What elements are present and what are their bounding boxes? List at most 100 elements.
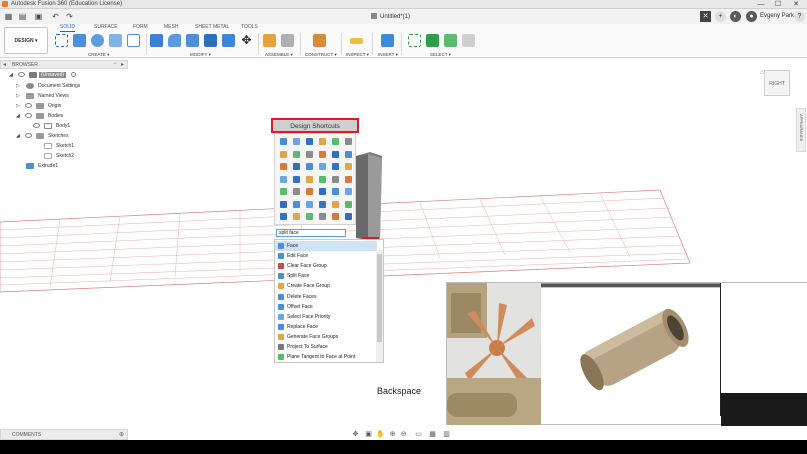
view-cube[interactable]: RIGHT <box>764 70 790 96</box>
press-pull-icon[interactable] <box>150 34 163 47</box>
minimize-button[interactable]: — <box>753 0 769 9</box>
tree-item-named-views[interactable]: ▷ Named Views <box>0 92 128 101</box>
shell-icon[interactable] <box>280 200 287 208</box>
tree-item-sketch2[interactable]: Sketch2 <box>0 152 128 161</box>
extrude-icon[interactable] <box>306 200 313 208</box>
expand-icon[interactable]: ⊕ <box>119 431 124 438</box>
sweep-icon[interactable] <box>306 138 313 145</box>
viewports-icon[interactable]: ▥ <box>442 430 451 439</box>
activate-radio-icon[interactable] <box>71 72 76 77</box>
expand-icon[interactable]: ▸ <box>121 61 124 68</box>
result-item[interactable]: Offset Face <box>275 302 377 312</box>
revolve-icon[interactable] <box>345 163 352 170</box>
revolve-icon[interactable] <box>319 150 326 158</box>
insert-menu[interactable]: INSERT ▾ <box>378 52 398 58</box>
create-menu[interactable]: CREATE ▾ <box>88 52 109 58</box>
zoom-icon[interactable]: ⊕ <box>388 430 397 439</box>
joint-icon[interactable] <box>281 34 294 47</box>
revolve-icon[interactable] <box>345 213 352 220</box>
extrude-icon[interactable] <box>280 138 287 145</box>
loft-icon[interactable] <box>319 188 326 195</box>
sweep-icon[interactable] <box>332 150 339 158</box>
fillet-icon[interactable] <box>306 175 313 183</box>
home-icon[interactable]: ⌂ <box>760 70 764 76</box>
pan-icon[interactable]: ✋ <box>376 430 385 439</box>
tree-item-body1[interactable]: Body1 <box>0 122 128 131</box>
tab-tools[interactable]: TOOLS <box>241 24 258 31</box>
result-item[interactable]: Edit Face <box>275 251 377 261</box>
extrude-icon[interactable] <box>73 34 86 47</box>
result-item[interactable]: Delete Faces <box>275 292 377 302</box>
loft-icon[interactable] <box>345 200 352 208</box>
undo-icon[interactable]: ↶ <box>50 11 61 22</box>
expand-arrow-icon[interactable]: ◢ <box>16 133 21 139</box>
appearance-panel-tab[interactable]: APPEARANCE <box>796 108 806 152</box>
offset-plane-icon[interactable] <box>313 34 326 47</box>
loft-icon[interactable] <box>293 175 300 183</box>
notification-icon[interactable]: ● <box>746 11 757 22</box>
tree-item-sketch1[interactable]: Sketch1 <box>0 142 128 151</box>
redo-icon[interactable]: ↷ <box>64 11 75 22</box>
fillet-icon[interactable] <box>280 213 287 220</box>
tree-item-extrude1[interactable]: Extrude1 <box>0 162 128 171</box>
combine-icon[interactable] <box>293 200 300 208</box>
shell-icon[interactable] <box>280 150 287 158</box>
sweep-icon[interactable] <box>332 200 339 208</box>
browser-panel-header[interactable]: ◂ BROWSER − ▸ <box>0 60 128 69</box>
insert-image-icon[interactable] <box>381 34 394 47</box>
create-sketch-icon[interactable] <box>55 34 68 47</box>
combine-icon[interactable] <box>222 34 235 47</box>
select-menu[interactable]: SELECT ▾ <box>430 52 451 58</box>
orbit-icon[interactable]: ✥ <box>351 430 360 439</box>
visibility-eye-icon[interactable] <box>25 133 32 138</box>
result-item[interactable]: Replace Face <box>275 322 377 332</box>
combine-icon[interactable] <box>319 163 326 170</box>
result-item[interactable]: Create Face Group <box>275 281 377 291</box>
comments-panel-header[interactable]: COMMENTS ⊕ <box>0 429 128 440</box>
revolve-icon[interactable] <box>319 200 326 208</box>
combine-icon[interactable] <box>345 175 352 183</box>
expand-arrow-icon[interactable]: ▷ <box>16 83 21 89</box>
result-item[interactable]: Split Face <box>275 271 377 281</box>
minus-icon[interactable]: − <box>113 61 117 67</box>
modify-menu[interactable]: MODIFY ▾ <box>190 52 211 58</box>
fillet-icon[interactable] <box>332 138 339 145</box>
loft-icon[interactable] <box>319 138 326 145</box>
revolve-icon[interactable] <box>293 138 300 145</box>
expand-arrow-icon[interactable]: ◢ <box>16 113 21 119</box>
loft-icon[interactable] <box>345 150 352 158</box>
combine-icon[interactable] <box>293 150 300 158</box>
tab-surface[interactable]: SURFACE <box>94 24 118 31</box>
move-icon[interactable]: ✥ <box>240 34 253 47</box>
assemble-menu[interactable]: ASSEMBLE ▾ <box>265 52 293 58</box>
save-icon[interactable]: ▣ <box>33 11 44 22</box>
maximize-button[interactable]: ☐ <box>770 0 786 9</box>
result-item[interactable]: Plane Tangent to Face at Point <box>275 352 377 362</box>
shortcut-search-input[interactable]: split face <box>276 229 346 237</box>
new-component-icon[interactable] <box>263 34 276 47</box>
help-icon[interactable]: ? <box>794 11 805 22</box>
collapse-icon[interactable]: ◂ <box>3 61 6 68</box>
fillet-icon[interactable] <box>280 163 287 170</box>
result-item[interactable]: Face <box>275 241 377 251</box>
expand-arrow-icon[interactable]: ▷ <box>16 103 21 109</box>
new-tab-icon[interactable]: + <box>715 11 726 22</box>
extensions-icon[interactable]: ◐ <box>730 11 741 22</box>
select-body-icon[interactable] <box>426 34 439 47</box>
inspect-menu[interactable]: INSPECT ▾ <box>346 52 369 58</box>
revolve-icon[interactable] <box>293 188 300 195</box>
select-filter-icon[interactable] <box>462 34 475 47</box>
chamfer-icon[interactable] <box>345 138 352 145</box>
visibility-eye-icon[interactable] <box>25 113 32 118</box>
sweep-icon[interactable] <box>306 188 313 195</box>
combine-icon[interactable] <box>319 213 326 220</box>
fit-icon[interactable]: ⊖ <box>399 430 408 439</box>
grid-icon[interactable]: ▦ <box>3 11 14 22</box>
display-settings-icon[interactable]: ▭ <box>414 430 423 439</box>
shell-icon[interactable] <box>332 175 339 183</box>
result-item[interactable]: Clear Face Group <box>275 261 377 271</box>
results-scrollbar[interactable] <box>376 250 383 362</box>
close-button[interactable]: ✕ <box>788 0 804 9</box>
sweep-icon[interactable] <box>280 175 287 183</box>
body1-solid[interactable] <box>356 152 382 240</box>
